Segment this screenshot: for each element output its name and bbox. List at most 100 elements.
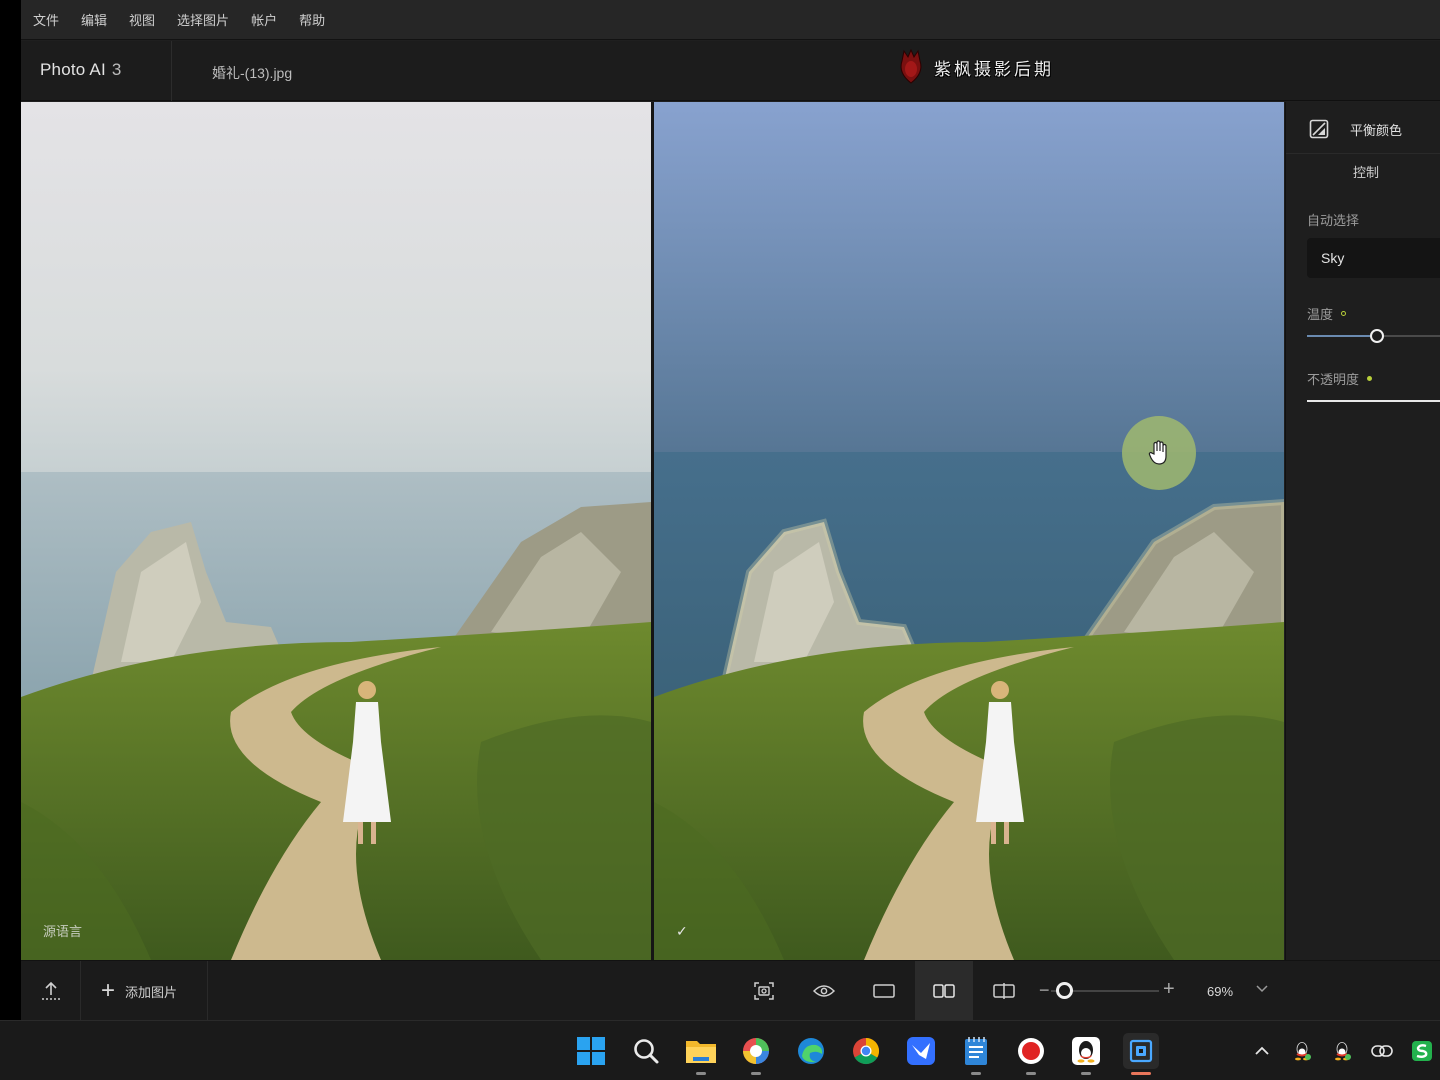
menu-edit[interactable]: 编辑 xyxy=(81,10,107,29)
tray-s-app[interactable] xyxy=(1410,1039,1434,1063)
tray-overflow-button[interactable] xyxy=(1250,1039,1274,1063)
zoom-dropdown-chevron-icon[interactable] xyxy=(1255,981,1269,995)
start-button[interactable] xyxy=(573,1033,609,1069)
taskbar-edge[interactable] xyxy=(793,1033,829,1069)
menu-bar: 文件 编辑 视图 选择图片 帐户 帮助 xyxy=(21,0,1440,40)
photo-ai-icon xyxy=(1129,1039,1153,1063)
file-tab[interactable]: 婚礼-(13).jpg xyxy=(212,63,292,83)
pan-hand-cursor xyxy=(1122,416,1196,490)
running-indicator xyxy=(1081,1072,1091,1075)
watermark-text: 紫枫摄影后期 xyxy=(934,59,1054,80)
tray-qq[interactable] xyxy=(1290,1039,1314,1063)
qq-tray-icon-2 xyxy=(1335,1042,1351,1061)
opacity-label-row: 不透明度 xyxy=(1307,369,1373,388)
taskbar-file-explorer[interactable] xyxy=(683,1033,719,1075)
side-by-side-icon xyxy=(933,984,955,998)
add-image-button[interactable]: + 添加图片 xyxy=(82,961,208,1021)
single-view-icon xyxy=(873,984,895,998)
panel-title: 平衡颜色 xyxy=(1350,123,1403,138)
preview-toggle-button[interactable] xyxy=(795,961,853,1021)
opacity-indicator-icon xyxy=(1367,376,1373,381)
tray-link[interactable] xyxy=(1370,1039,1394,1063)
taskbar-photo-ai[interactable] xyxy=(1123,1033,1159,1075)
export-button[interactable] xyxy=(21,961,81,1021)
preview-image-pane[interactable]: ✓ xyxy=(654,102,1284,960)
temperature-slider[interactable] xyxy=(1307,329,1440,343)
running-indicator xyxy=(696,1072,706,1075)
export-icon xyxy=(41,981,60,1000)
balance-color-icon xyxy=(1309,119,1329,139)
qq-tray-icon xyxy=(1295,1042,1311,1061)
qq-icon xyxy=(1072,1037,1100,1065)
zoom-value: 69% xyxy=(1207,984,1234,999)
app-name: Photo AI xyxy=(40,60,106,79)
app-title: Photo AI 3 xyxy=(40,60,122,80)
s-app-icon xyxy=(1412,1041,1432,1061)
split-view-button[interactable] xyxy=(975,961,1033,1021)
running-indicator xyxy=(751,1072,761,1075)
preview-photo xyxy=(654,102,1284,960)
zoom-out-button[interactable]: − xyxy=(1039,980,1050,1001)
add-image-label: 添加图片 xyxy=(125,984,178,1000)
zoom-slider-handle[interactable] xyxy=(1056,982,1073,999)
watermark: 紫枫摄影后期 xyxy=(896,47,1054,87)
watermark-logo-icon xyxy=(900,48,922,84)
running-indicator xyxy=(1026,1072,1036,1075)
tab-controls[interactable]: 控制 xyxy=(1353,162,1379,181)
windows-taskbar xyxy=(0,1020,1440,1080)
title-bar: Photo AI 3 婚礼-(13).jpg 紫枫摄影后期 xyxy=(21,41,1440,101)
temperature-slider-fill xyxy=(1307,335,1377,337)
feishu-icon xyxy=(907,1037,935,1065)
menu-account[interactable]: 帐户 xyxy=(251,10,277,29)
taskbar-notepad[interactable] xyxy=(958,1033,994,1075)
preview-check-icon: ✓ xyxy=(676,923,688,939)
menu-select-images[interactable]: 选择图片 xyxy=(177,10,229,29)
plus-icon: + xyxy=(101,977,116,1004)
temperature-label: 温度 xyxy=(1307,307,1334,322)
title-divider xyxy=(171,41,172,101)
auto-select-label: 自动选择 xyxy=(1307,213,1360,228)
record-icon xyxy=(1018,1038,1044,1064)
chrome-icon xyxy=(853,1037,880,1065)
screenshot-icon xyxy=(754,982,774,1000)
zoom-in-button[interactable]: + xyxy=(1163,978,1175,1001)
active-indicator xyxy=(1131,1072,1151,1075)
chevron-up-icon xyxy=(1255,1046,1269,1055)
auto-select-dropdown[interactable]: Sky xyxy=(1307,238,1440,278)
bottom-toolbar: + 添加图片 − + 69% xyxy=(21,960,1440,1021)
original-image-pane[interactable]: 源语言 xyxy=(21,102,651,960)
temperature-slider-handle[interactable] xyxy=(1370,329,1384,343)
tray-qq-2[interactable] xyxy=(1330,1039,1354,1063)
original-label: 源语言 xyxy=(43,924,83,939)
running-indicator xyxy=(971,1072,981,1075)
original-photo xyxy=(21,102,651,960)
adjustment-panel: 平衡颜色 控制 自动选择 Sky 温度 不透明度 xyxy=(1285,102,1440,960)
notepad-icon xyxy=(965,1037,987,1065)
taskbar-chrome[interactable] xyxy=(848,1033,884,1069)
app-version: 3 xyxy=(111,60,122,79)
side-by-side-view-button[interactable] xyxy=(915,961,973,1021)
menu-file[interactable]: 文件 xyxy=(33,10,59,29)
taskbar-recorder[interactable] xyxy=(1013,1033,1049,1075)
opacity-slider[interactable] xyxy=(1307,400,1440,402)
taskbar-color-app[interactable] xyxy=(738,1033,774,1075)
color-app-icon xyxy=(743,1038,769,1064)
panel-header[interactable]: 平衡颜色 xyxy=(1286,102,1440,154)
taskbar-feishu[interactable] xyxy=(903,1033,939,1069)
single-view-button[interactable] xyxy=(855,961,913,1021)
opacity-label: 不透明度 xyxy=(1307,372,1360,387)
screenshot-button[interactable] xyxy=(735,961,793,1021)
edge-icon xyxy=(798,1038,824,1064)
hand-icon xyxy=(1148,440,1167,465)
file-explorer-icon xyxy=(686,1041,716,1063)
eye-icon xyxy=(813,985,835,997)
split-view-icon xyxy=(993,983,1015,999)
menu-view[interactable]: 视图 xyxy=(129,10,155,29)
taskbar-qq[interactable] xyxy=(1068,1033,1104,1075)
menu-help[interactable]: 帮助 xyxy=(299,10,325,29)
taskbar-search-button[interactable] xyxy=(628,1033,664,1069)
link-icon xyxy=(1371,1045,1393,1057)
windows-start-icon xyxy=(577,1037,605,1065)
search-icon xyxy=(634,1039,659,1064)
photo-ai-window: 文件 编辑 视图 选择图片 帐户 帮助 Photo AI 3 婚礼-(13).jp… xyxy=(21,0,1440,1021)
